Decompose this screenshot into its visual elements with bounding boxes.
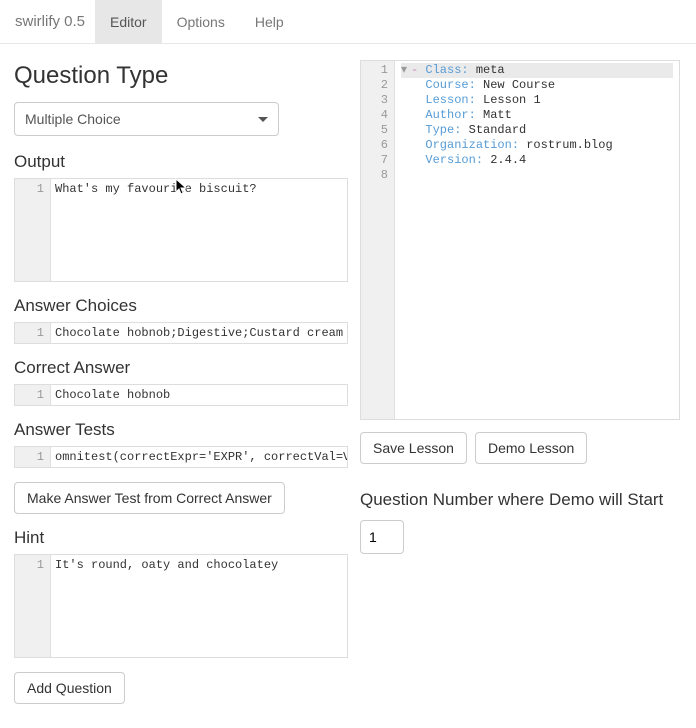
correct-answer-label: Correct Answer	[14, 358, 348, 378]
answer-choices-value: Chocolate hobnob;Digestive;Custard cream	[51, 323, 347, 343]
yaml-content: ▾- Class: meta Course: New Course Lesson…	[395, 61, 679, 419]
hint-editor[interactable]: 1 It's round, oaty and chocolatey	[14, 554, 348, 658]
hint-label: Hint	[14, 528, 348, 548]
answer-tests-label: Answer Tests	[14, 420, 348, 440]
gutter: 1	[15, 447, 51, 467]
make-answer-test-button[interactable]: Make Answer Test from Correct Answer	[14, 482, 285, 514]
navbar: swirlify 0.5 Editor Options Help	[0, 0, 696, 44]
output-editor[interactable]: 1 What's my favourite biscuit?	[14, 178, 348, 282]
gutter: 1	[15, 385, 51, 405]
nav-tab-help[interactable]: Help	[240, 0, 299, 44]
answer-choices-label: Answer Choices	[14, 296, 348, 316]
answer-tests-value: omnitest(correctExpr='EXPR', correctVal=…	[51, 447, 347, 467]
output-label: Output	[14, 152, 348, 172]
gutter: 1	[15, 555, 51, 657]
hint-value: It's round, oaty and chocolatey	[51, 555, 347, 657]
correct-answer-value: Chocolate hobnob	[51, 385, 347, 405]
nav-tab-editor[interactable]: Editor	[95, 0, 162, 44]
add-question-button[interactable]: Add Question	[14, 672, 125, 704]
app-brand: swirlify 0.5	[15, 13, 85, 30]
save-lesson-button[interactable]: Save Lesson	[360, 432, 467, 464]
dropdown-value: Multiple Choice	[25, 111, 121, 127]
chevron-down-icon	[258, 117, 268, 122]
main-content: Question Type Multiple Choice Output 1 W…	[0, 44, 696, 728]
correct-answer-editor[interactable]: 1 Chocolate hobnob	[14, 384, 348, 406]
right-panel: 12345678 ▾- Class: meta Course: New Cour…	[360, 44, 690, 728]
yaml-gutter: 12345678	[361, 61, 395, 419]
yaml-editor[interactable]: 12345678 ▾- Class: meta Course: New Cour…	[360, 60, 680, 420]
answer-choices-editor[interactable]: 1 Chocolate hobnob;Digestive;Custard cre…	[14, 322, 348, 344]
question-type-heading: Question Type	[14, 62, 348, 90]
gutter: 1	[15, 323, 51, 343]
output-value: What's my favourite biscuit?	[51, 179, 347, 281]
demo-lesson-button[interactable]: Demo Lesson	[475, 432, 587, 464]
gutter: 1	[15, 179, 51, 281]
left-panel: Question Type Multiple Choice Output 1 W…	[0, 44, 360, 728]
question-number-input[interactable]	[360, 520, 404, 554]
question-number-label: Question Number where Demo will Start	[360, 490, 680, 510]
question-type-dropdown[interactable]: Multiple Choice	[14, 102, 279, 136]
answer-tests-editor[interactable]: 1 omnitest(correctExpr='EXPR', correctVa…	[14, 446, 348, 468]
nav-tab-options[interactable]: Options	[162, 0, 240, 44]
